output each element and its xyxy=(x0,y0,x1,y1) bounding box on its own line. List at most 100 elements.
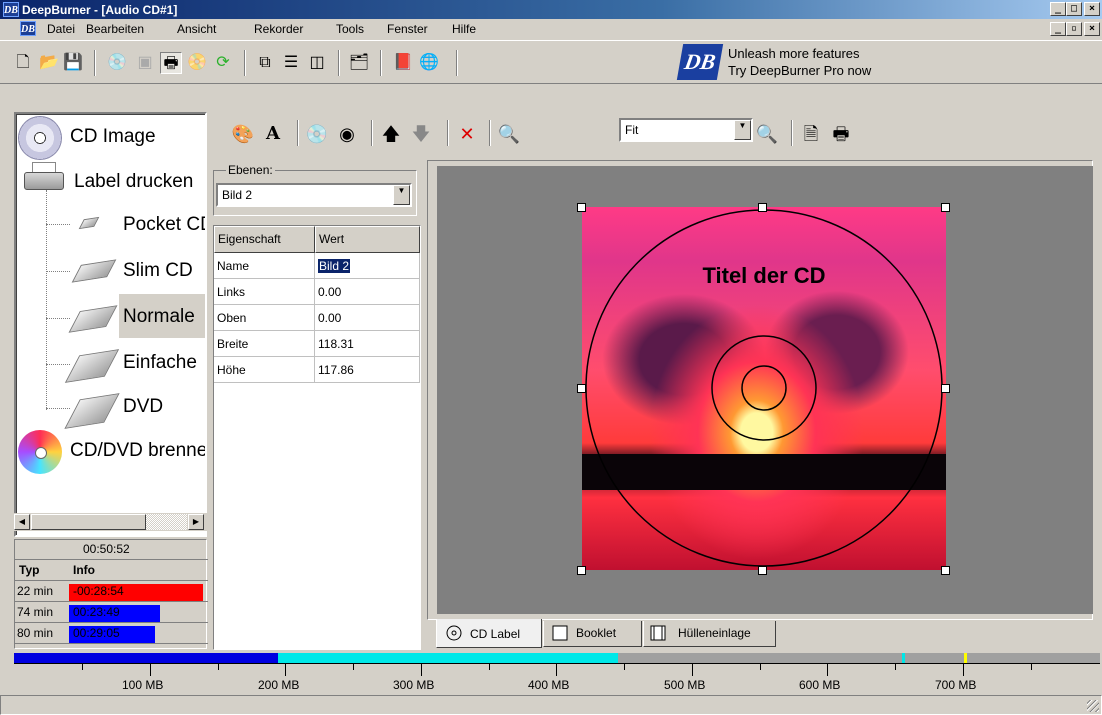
time-row-type: 22 min xyxy=(17,584,54,598)
menu-fenster[interactable]: Fenster xyxy=(387,22,428,36)
size-marker-cyan xyxy=(902,653,905,663)
burn-disc-icon[interactable]: 📀 xyxy=(186,52,208,74)
size-marker-yellow xyxy=(964,653,967,663)
tree-item-pocket-cd[interactable]: Pocket CD xyxy=(123,214,205,236)
tab-booklet[interactable]: Booklet xyxy=(543,621,642,647)
ruler-label: 100 MB xyxy=(122,678,164,692)
value-name[interactable]: Bild 2 xyxy=(315,253,420,279)
menu-ansicht[interactable]: Ansicht xyxy=(177,22,216,36)
zoom-in-icon[interactable]: 🔍 xyxy=(755,122,779,146)
move-down-icon[interactable]: 🡇 xyxy=(409,122,433,146)
explorer-icon[interactable]: 🗂 xyxy=(348,52,370,74)
maximize-button[interactable]: □ xyxy=(1066,2,1082,16)
doc-restore-button[interactable]: ▫ xyxy=(1066,22,1082,36)
tree-item-slim-cd[interactable]: Slim CD xyxy=(123,260,193,282)
value-name-text[interactable]: Bild 2 xyxy=(318,259,351,273)
scroll-right-icon[interactable]: ▶ xyxy=(188,514,204,530)
ruler-label: 700 MB xyxy=(935,678,977,692)
menu-tools[interactable]: Tools xyxy=(336,22,364,36)
cd-template-icon[interactable]: 💿 xyxy=(305,122,329,146)
print-label-icon[interactable]: 🖶 xyxy=(160,52,182,74)
col-eigenschaft[interactable]: Eigenschaft xyxy=(214,226,315,253)
value-oben[interactable]: 0.00 xyxy=(315,305,420,331)
tree-item-cd-image[interactable]: CD Image xyxy=(70,126,156,148)
zoom-select[interactable]: Fit ▼ xyxy=(619,118,753,142)
tile-vertical-icon[interactable]: ◫ xyxy=(306,52,328,74)
track-list-icon[interactable]: ◉ xyxy=(335,122,359,146)
copy-cd-icon[interactable]: ▣ xyxy=(134,52,156,74)
tree-item-einfache[interactable]: Einfache xyxy=(123,352,197,374)
menu-bearbeiten[interactable]: Bearbeiten xyxy=(86,22,144,36)
move-up-icon[interactable]: 🡅 xyxy=(379,122,403,146)
time-row-type: 80 min xyxy=(17,626,54,640)
resize-handle[interactable] xyxy=(577,203,586,212)
ruler-label: 600 MB xyxy=(799,678,841,692)
status-bar xyxy=(0,695,1102,715)
tree-item-normale[interactable]: Normale xyxy=(123,306,195,328)
menu-bar: DB Datei Bearbeiten Ansicht Rekorder Too… xyxy=(0,19,1102,39)
property-grid: Eigenschaft Wert Name Bild 2 Links 0.00 … xyxy=(213,225,421,650)
cascade-windows-icon[interactable]: ⧉ xyxy=(254,52,276,74)
deepburner-logo: DB xyxy=(676,44,724,80)
zoom-out-icon[interactable]: 🔍 xyxy=(497,122,521,146)
text-tool-icon[interactable]: A xyxy=(261,122,285,146)
menu-rekorder[interactable]: Rekorder xyxy=(254,22,303,36)
tile-horizontal-icon[interactable]: ☰ xyxy=(280,52,302,74)
scroll-left-icon[interactable]: ◀ xyxy=(14,514,30,530)
value-hoehe[interactable]: 117.86 xyxy=(315,357,420,383)
save-icon[interactable]: 💾 xyxy=(62,52,84,74)
prop-name: Name xyxy=(214,253,315,279)
resize-handle[interactable] xyxy=(941,566,950,575)
tree-horizontal-scrollbar[interactable]: ◀ ▶ xyxy=(14,513,207,531)
tab-huelleneinlage-text: Hülleneinlage xyxy=(678,626,751,640)
close-button[interactable]: × xyxy=(1084,2,1100,16)
new-file-icon[interactable]: 🗋 xyxy=(12,52,34,74)
menu-hilfe[interactable]: Hilfe xyxy=(452,22,476,36)
resize-handle[interactable] xyxy=(758,203,767,212)
pocket-cd-icon xyxy=(78,216,100,230)
delete-icon[interactable]: ✕ xyxy=(455,122,479,146)
tree-item-dvd[interactable]: DVD xyxy=(123,396,163,418)
col-wert[interactable]: Wert xyxy=(315,226,420,253)
resize-handle[interactable] xyxy=(577,566,586,575)
web-globe-icon[interactable]: 🌐 xyxy=(418,52,440,74)
tab-cd-label[interactable]: CD Label xyxy=(436,619,542,648)
layer-select[interactable]: Bild 2 ▼ xyxy=(216,183,412,207)
prop-breite: Breite xyxy=(214,331,315,357)
resize-grip-icon[interactable] xyxy=(1087,700,1099,712)
col-typ: Typ xyxy=(19,563,40,577)
simple-case-icon xyxy=(64,349,120,383)
tree-item-label-drucken[interactable]: Label drucken xyxy=(74,171,193,193)
resize-handle[interactable] xyxy=(758,566,767,575)
scroll-thumb[interactable] xyxy=(31,514,146,530)
promo-line1[interactable]: Unleash more features xyxy=(728,46,860,61)
doc-close-button[interactable]: × xyxy=(1084,22,1100,36)
open-folder-icon[interactable]: 📂 xyxy=(38,52,60,74)
size-audio-segment xyxy=(278,653,618,663)
title-bar[interactable]: DB DeepBurner - [Audio CD#1] _ □ × xyxy=(0,0,1102,19)
background-image-icon[interactable]: 🎨 xyxy=(231,122,255,146)
promo-line2[interactable]: Try DeepBurner Pro now xyxy=(728,63,871,78)
tree-item-cd-dvd-brennen[interactable]: CD/DVD brennen xyxy=(70,440,205,462)
time-row: 22 min -00:28:54 xyxy=(15,582,208,602)
doc-minimize-button[interactable]: _ xyxy=(1050,22,1066,36)
chevron-down-icon[interactable]: ▼ xyxy=(734,120,751,140)
minimize-button[interactable]: _ xyxy=(1050,2,1066,16)
time-row-info: -00:28:54 xyxy=(73,584,124,598)
layers-label: Ebenen: xyxy=(226,163,275,177)
help-book-icon[interactable]: 📕 xyxy=(392,52,414,74)
resize-handle[interactable] xyxy=(941,203,950,212)
chevron-down-icon[interactable]: ▼ xyxy=(393,185,410,205)
resize-handle[interactable] xyxy=(577,384,586,393)
value-links[interactable]: 0.00 xyxy=(315,279,420,305)
menu-datei[interactable]: Datei xyxy=(47,22,75,36)
cd-title-text[interactable]: Titel der CD xyxy=(582,263,946,289)
cd-icon[interactable]: 💿 xyxy=(106,52,128,74)
col-info: Info xyxy=(73,563,95,577)
refresh-icon[interactable]: ⟳ xyxy=(212,52,234,74)
tab-huelleneinlage[interactable]: Hülleneinlage xyxy=(643,621,776,647)
print-icon[interactable]: 🖶 xyxy=(829,122,853,146)
print-preview-icon[interactable]: 🗎 xyxy=(799,122,823,146)
value-breite[interactable]: 118.31 xyxy=(315,331,420,357)
resize-handle[interactable] xyxy=(941,384,950,393)
